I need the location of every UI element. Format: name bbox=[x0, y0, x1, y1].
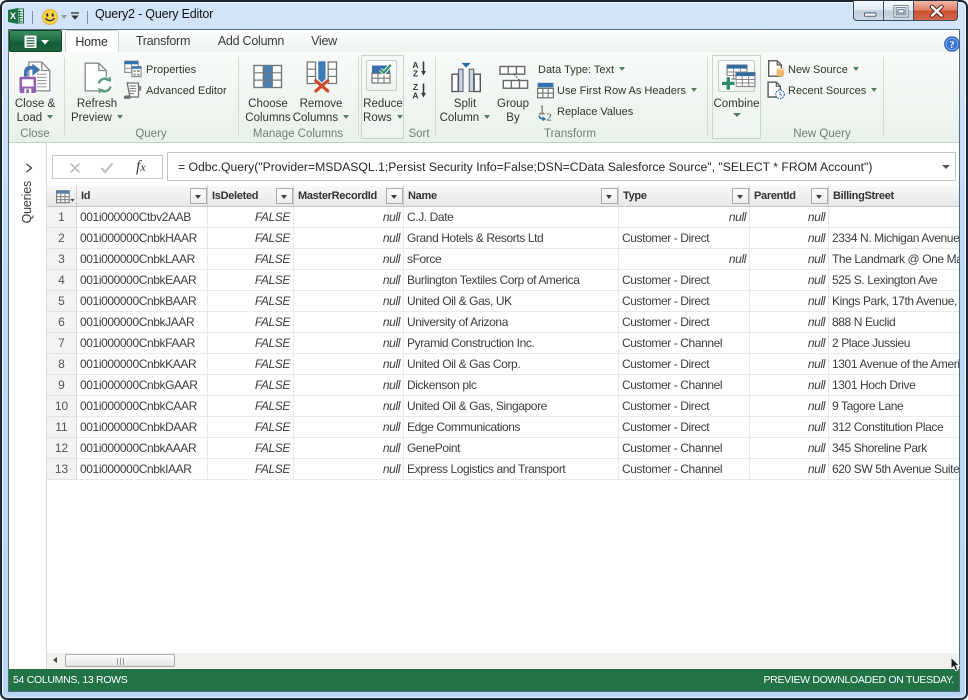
svg-text:Z: Z bbox=[413, 69, 418, 79]
svg-text:2: 2 bbox=[546, 112, 552, 123]
svg-text:X: X bbox=[10, 11, 16, 21]
svg-text:?: ? bbox=[949, 40, 954, 51]
